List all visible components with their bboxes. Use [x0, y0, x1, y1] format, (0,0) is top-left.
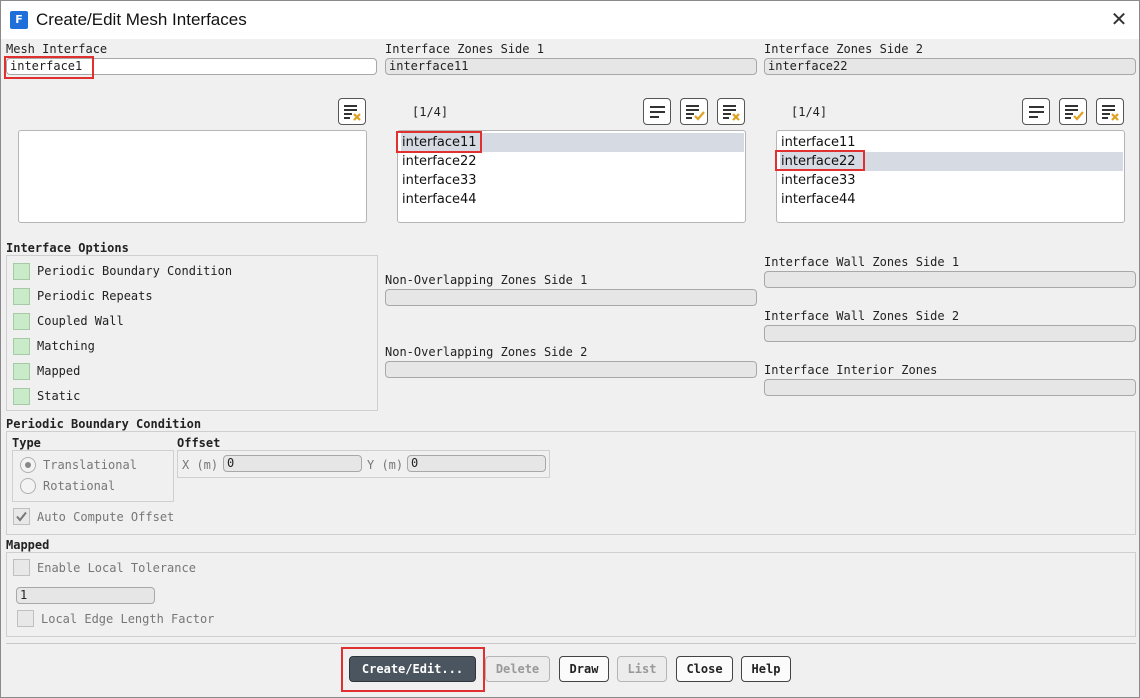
wall-zones-side2-field [764, 325, 1136, 342]
wall-zones-side1-field [764, 271, 1136, 288]
deselect-all-button[interactable] [338, 98, 366, 125]
title-bar: F Create/Edit Mesh Interfaces ✕ [1, 1, 1139, 39]
periodic-section-title: Periodic Boundary Condition [6, 417, 202, 431]
interface-options-group: Periodic Boundary Condition Periodic Rep… [6, 255, 378, 411]
non-overlapping-side2-label: Non-Overlapping Zones Side 2 [385, 345, 588, 359]
side1-select-button[interactable] [680, 98, 708, 125]
zones-side2-list[interactable]: interface11 interface22 interface33 inte… [776, 130, 1125, 223]
delete-button[interactable]: Delete [485, 656, 550, 682]
local-edge-length-factor-checkbox[interactable] [17, 610, 34, 627]
side1-deselect-button[interactable] [717, 98, 745, 125]
close-button[interactable]: Close [676, 656, 733, 682]
x-offset-input[interactable]: 0 [223, 455, 362, 472]
coupled-wall-checkbox[interactable] [13, 313, 30, 330]
periodic-boundary-checkbox[interactable] [13, 263, 30, 280]
static-label: Static [37, 389, 81, 403]
local-edge-length-factor-label: Local Edge Length Factor [41, 612, 215, 626]
zones-side2-counter: [1/4] [791, 105, 828, 119]
help-button[interactable]: Help [741, 656, 791, 682]
translational-radio[interactable] [20, 457, 36, 473]
auto-compute-offset-label: Auto Compute Offset [37, 510, 175, 524]
side2-list-item[interactable]: interface44 [780, 190, 1123, 209]
zones-side2-label: Interface Zones Side 2 [764, 42, 923, 56]
static-checkbox[interactable] [13, 388, 30, 405]
y-offset-input[interactable]: 0 [407, 455, 546, 472]
side1-list-item[interactable]: interface44 [401, 190, 744, 209]
select-check-icon [686, 105, 705, 121]
interior-zones-field [764, 379, 1136, 396]
list-icon [1029, 106, 1044, 118]
zones-side2-field: interface22 [764, 58, 1136, 75]
checkmark-icon [16, 511, 27, 522]
side1-list-item[interactable]: interface33 [401, 171, 744, 190]
matching-checkbox[interactable] [13, 338, 30, 355]
list-icon [650, 106, 665, 118]
draw-button[interactable]: Draw [559, 656, 609, 682]
wall-zones-side2-label: Interface Wall Zones Side 2 [764, 309, 960, 323]
non-overlapping-side1-field [385, 289, 757, 306]
rotational-radio[interactable] [20, 478, 36, 494]
zones-side1-counter: [1/4] [412, 105, 449, 119]
mapped-checkbox[interactable] [13, 363, 30, 380]
side2-list-item[interactable]: interface11 [780, 133, 1123, 152]
interface-options-title: Interface Options [6, 241, 129, 255]
close-window-icon[interactable]: ✕ [1107, 7, 1131, 31]
offset-label: Offset [177, 436, 221, 450]
enable-local-tolerance-checkbox[interactable] [13, 559, 30, 576]
side2-deselect-button[interactable] [1096, 98, 1124, 125]
deselect-all-icon [344, 105, 361, 121]
fluent-app-icon: F [10, 11, 28, 29]
mesh-interface-input[interactable]: interface1 [6, 58, 377, 75]
footer-separator [6, 643, 1136, 644]
window-title: Create/Edit Mesh Interfaces [36, 10, 247, 29]
side2-list-item[interactable]: interface33 [780, 171, 1123, 190]
rotational-label: Rotational [43, 479, 116, 493]
offset-group: X (m) 0 Y (m) 0 [177, 450, 550, 478]
deselect-icon [1102, 105, 1119, 121]
type-radio-group: Translational Rotational [12, 450, 174, 502]
mapped-label: Mapped [37, 364, 81, 378]
zones-side1-list[interactable]: interface11 interface22 interface33 inte… [397, 130, 746, 223]
zones-side1-field: interface11 [385, 58, 757, 75]
mesh-interface-list[interactable] [18, 130, 367, 223]
mapped-section-title: Mapped [6, 538, 50, 552]
create-edit-mesh-interfaces-dialog: F Create/Edit Mesh Interfaces ✕ Mesh Int… [0, 0, 1140, 698]
local-tolerance-input[interactable]: 1 [16, 587, 155, 604]
side2-select-button[interactable] [1059, 98, 1087, 125]
periodic-repeats-checkbox[interactable] [13, 288, 30, 305]
matching-label: Matching [37, 339, 95, 353]
x-offset-label: X (m) [182, 458, 219, 472]
translational-label: Translational [43, 458, 137, 472]
create-edit-button[interactable]: Create/Edit... [349, 656, 476, 682]
side2-list-item[interactable]: interface22 [780, 152, 1123, 171]
periodic-boundary-option-label: Periodic Boundary Condition [37, 264, 233, 278]
periodic-repeats-label: Periodic Repeats [37, 289, 153, 303]
list-button[interactable]: List [617, 656, 667, 682]
select-check-icon [1065, 105, 1084, 121]
mapped-section-group: Enable Local Tolerance 1 Local Edge Leng… [6, 552, 1136, 637]
mesh-interface-label: Mesh Interface [6, 42, 108, 56]
type-label: Type [12, 436, 41, 450]
y-offset-label: Y (m) [367, 458, 404, 472]
side1-list-item[interactable]: interface11 [401, 133, 744, 152]
enable-local-tolerance-label: Enable Local Tolerance [37, 561, 196, 575]
auto-compute-offset-checkbox[interactable] [13, 508, 30, 525]
side1-list-item[interactable]: interface22 [401, 152, 744, 171]
periodic-section-group: Type Translational Rotational Offset X (… [6, 431, 1136, 535]
coupled-wall-label: Coupled Wall [37, 314, 124, 328]
zones-side1-label: Interface Zones Side 1 [385, 42, 544, 56]
deselect-icon [723, 105, 740, 121]
non-overlapping-side2-field [385, 361, 757, 378]
wall-zones-side1-label: Interface Wall Zones Side 1 [764, 255, 960, 269]
interior-zones-label: Interface Interior Zones [764, 363, 938, 377]
non-overlapping-side1-label: Non-Overlapping Zones Side 1 [385, 273, 588, 287]
side2-select-all-button[interactable] [1022, 98, 1050, 125]
side1-select-all-button[interactable] [643, 98, 671, 125]
radio-selected-dot [25, 462, 31, 468]
